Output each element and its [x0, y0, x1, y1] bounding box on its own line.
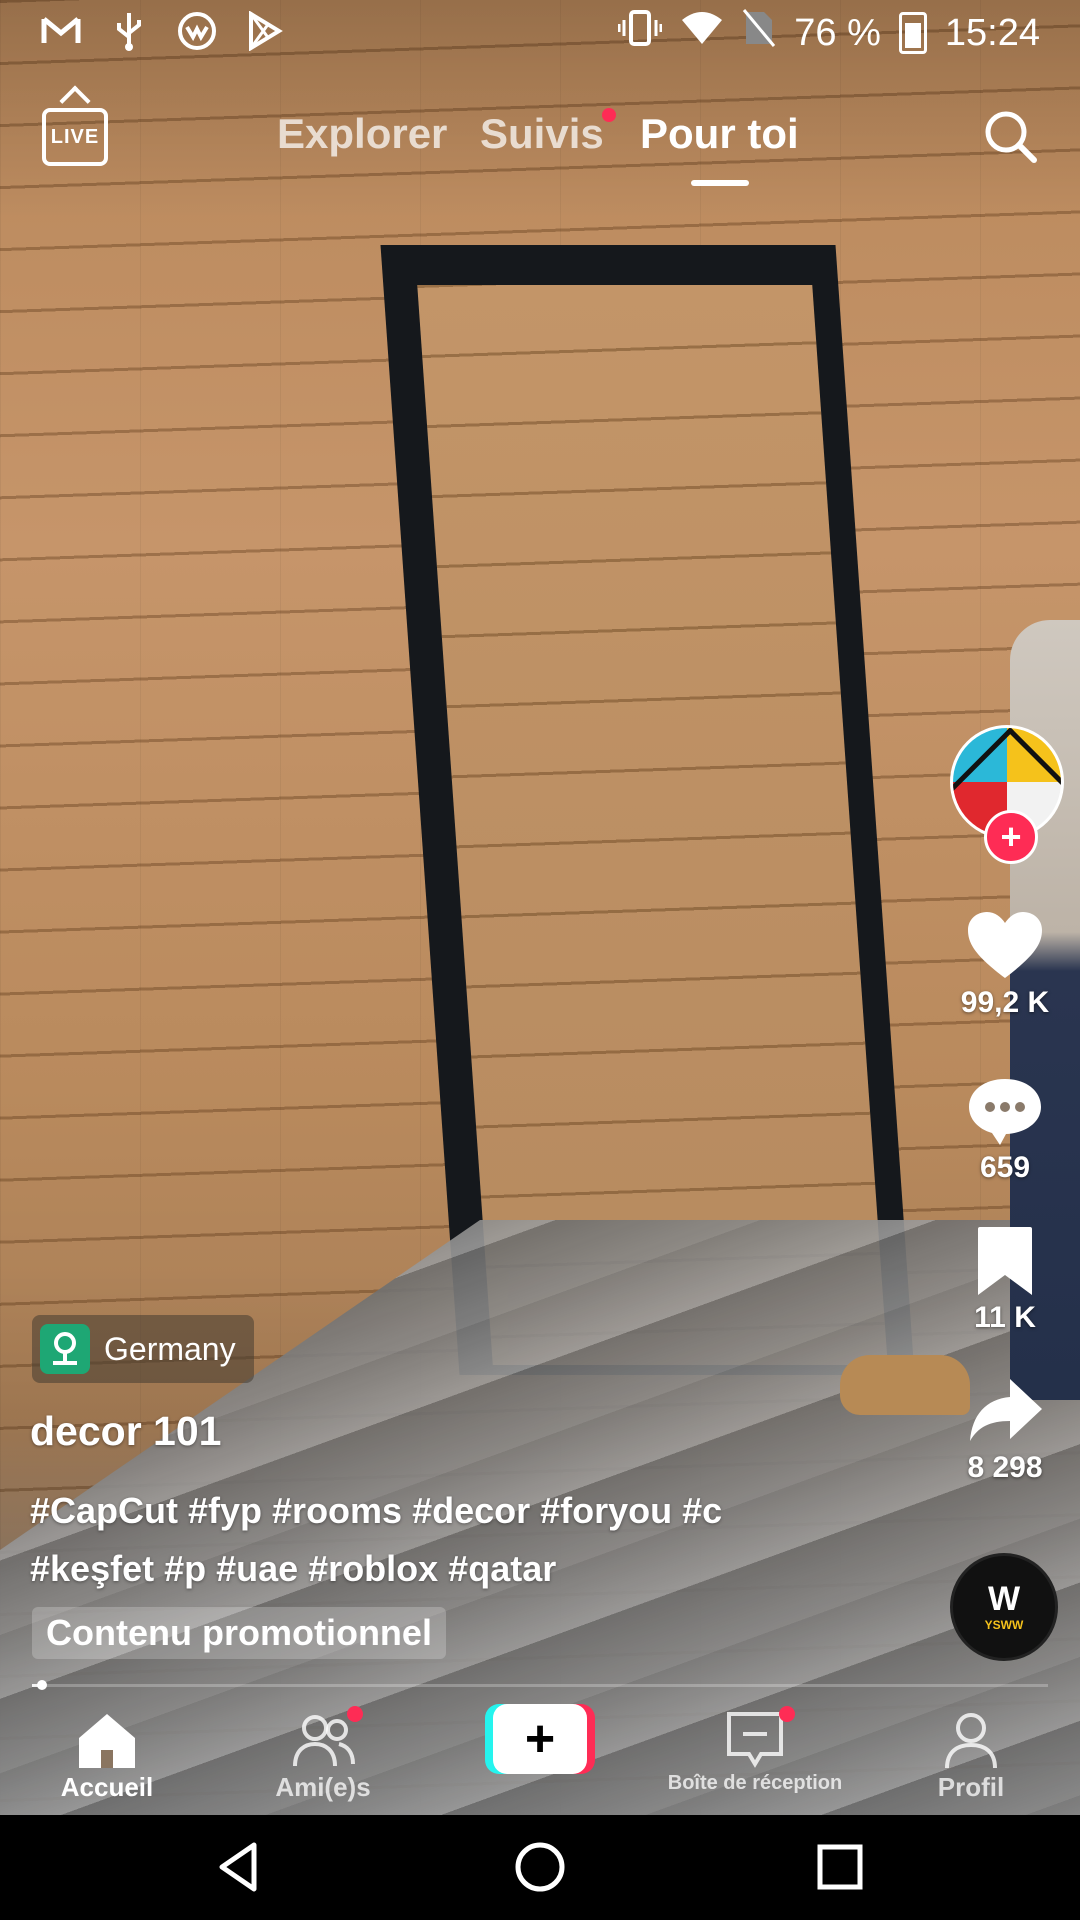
- tab-explorer-label: Explorer: [277, 110, 448, 157]
- share-count: 8 298: [967, 1451, 1043, 1484]
- status-bar: 76 % 15:24: [0, 0, 1080, 62]
- comment-icon: [966, 1075, 1044, 1147]
- no-sim-icon: [742, 8, 776, 58]
- search-icon[interactable]: [982, 108, 1037, 163]
- progress-knob[interactable]: [37, 1680, 47, 1690]
- comment-count: 659: [979, 1151, 1031, 1184]
- create-button[interactable]: +: [485, 1704, 595, 1774]
- tab-suivis[interactable]: Suivis: [480, 108, 616, 158]
- usb-icon: [108, 10, 150, 52]
- nav-inbox-label: Boîte de réception: [667, 1772, 843, 1794]
- home-icon: [75, 1710, 139, 1770]
- nav-friends-label: Ami(e)s: [275, 1772, 371, 1802]
- hidden-door-panel: [417, 285, 888, 1365]
- create-plus-icon: +: [493, 1704, 587, 1774]
- friends-notification-dot: [347, 1706, 363, 1722]
- save-count: 11 K: [974, 1301, 1036, 1334]
- promotional-content-badge[interactable]: Contenu promotionnel: [32, 1607, 446, 1659]
- like-button[interactable]: 99,2 K: [930, 910, 1080, 1020]
- battery-percent: 76 %: [794, 11, 881, 54]
- hashtags-line-1: #CapCut #fyp #rooms #decor #foryou #c: [30, 1490, 723, 1531]
- like-count: 99,2 K: [960, 986, 1050, 1019]
- tab-pour-toi[interactable]: Pour toi: [640, 110, 799, 158]
- tab-pour-toi-label: Pour toi: [640, 110, 799, 157]
- wifi-icon: [680, 10, 724, 56]
- system-navigation-bar: [0, 1815, 1080, 1920]
- post-caption[interactable]: #CapCut #fyp #rooms #decor #foryou #c #k…: [30, 1482, 790, 1598]
- gmail-icon: [40, 10, 82, 52]
- comment-button[interactable]: 659: [930, 1075, 1080, 1185]
- share-arrow-icon: [966, 1375, 1044, 1447]
- inbox-notification-dot: [779, 1706, 795, 1722]
- nav-profile[interactable]: Profil: [871, 1700, 1071, 1803]
- hashtags-line-2: #keşfet #p #uae #roblox #qatar: [30, 1548, 557, 1589]
- music-disc[interactable]: W YSWW: [950, 1553, 1058, 1661]
- recent-apps-icon[interactable]: [810, 1837, 870, 1897]
- video-progress-bar[interactable]: [32, 1680, 1048, 1690]
- bookmark-icon: [966, 1225, 1044, 1297]
- notification-dot: [601, 108, 616, 122]
- nav-home-label: Accueil: [60, 1772, 154, 1802]
- feed-tabs: Explorer Suivis Pour toi: [0, 105, 1080, 185]
- friends-icon: [291, 1706, 363, 1770]
- home-circle-icon[interactable]: [510, 1837, 570, 1897]
- back-icon[interactable]: [210, 1837, 270, 1897]
- music-disc-logo-icon: W: [987, 1580, 1021, 1618]
- location-pin-icon: [40, 1324, 90, 1374]
- profile-icon: [939, 1710, 1003, 1770]
- heart-icon: [966, 910, 1044, 982]
- music-disc-label: YSWW: [984, 1618, 1024, 1632]
- creator-username[interactable]: decor 101: [30, 1408, 221, 1455]
- share-button[interactable]: 8 298: [930, 1375, 1080, 1485]
- nav-home[interactable]: Accueil: [7, 1700, 207, 1803]
- nav-inbox[interactable]: Boîte de réception: [655, 1700, 855, 1795]
- active-tab-indicator: [691, 180, 749, 186]
- play-store-icon: [244, 10, 286, 52]
- inbox-icon: [723, 1706, 795, 1770]
- clock: 15:24: [944, 11, 1040, 54]
- tab-suivis-label: Suivis: [480, 110, 604, 157]
- follow-button[interactable]: +: [984, 810, 1038, 864]
- nav-profile-label: Profil: [937, 1772, 1005, 1802]
- tab-explorer[interactable]: Explorer: [277, 110, 447, 158]
- vibrate-icon: [617, 8, 663, 58]
- vpn-icon: [176, 10, 218, 52]
- location-name: Germany: [104, 1330, 236, 1367]
- location-tag[interactable]: Germany: [32, 1315, 254, 1383]
- nav-friends[interactable]: Ami(e)s: [223, 1700, 423, 1803]
- save-button[interactable]: 11 K: [930, 1225, 1080, 1335]
- promo-label: Contenu promotionnel: [46, 1612, 432, 1653]
- battery-icon: [898, 12, 927, 54]
